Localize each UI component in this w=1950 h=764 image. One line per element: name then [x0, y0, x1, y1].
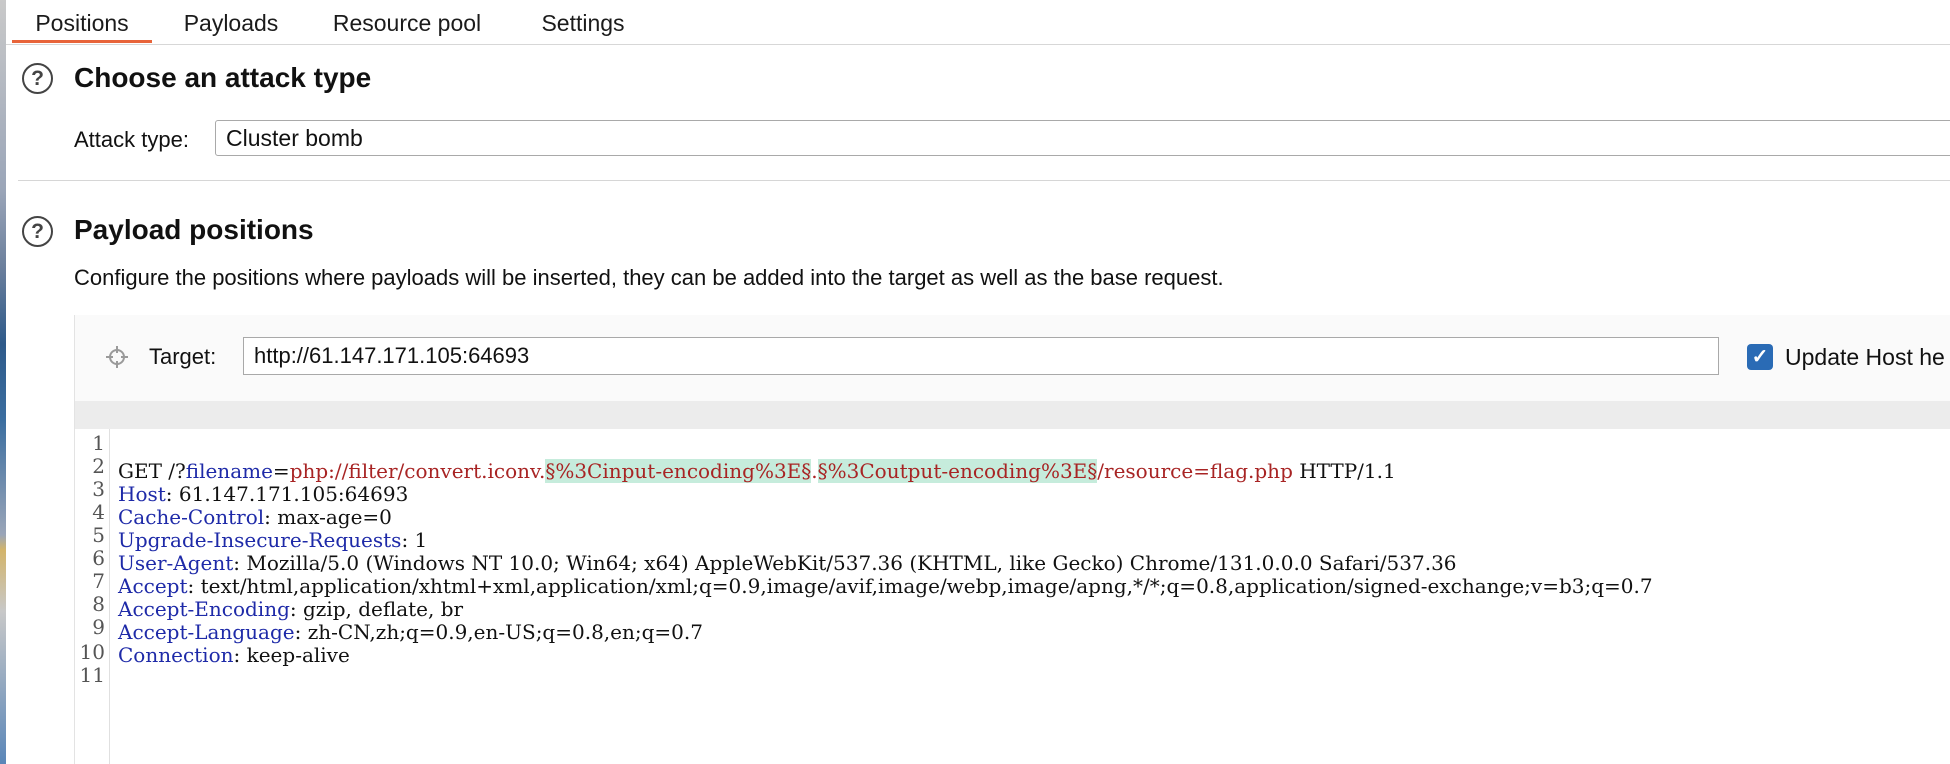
- tab-resource-pool[interactable]: Resource pool: [312, 0, 502, 42]
- attack-type-heading: Choose an attack type: [74, 62, 372, 93]
- payload-positions-description: Configure the positions where payloads w…: [74, 265, 1224, 290]
- empty-line: 11: [75, 633, 1950, 687]
- crosshair-icon[interactable]: [105, 345, 129, 369]
- request-panel: Target: http://61.147.171.105:64693 ✓ Up…: [74, 315, 1950, 764]
- payload-positions-heading: Payload positions: [74, 214, 314, 245]
- target-label: Target:: [149, 344, 217, 369]
- tab-positions[interactable]: Positions: [12, 0, 152, 43]
- update-host-label: Update Host he: [1785, 344, 1945, 370]
- window-edge: [0, 0, 6, 764]
- attack-type-select[interactable]: Cluster bomb: [215, 120, 1950, 156]
- tab-bar: Positions Payloads Resource pool Setting…: [6, 0, 1950, 45]
- tab-settings[interactable]: Settings: [520, 0, 646, 42]
- header-line: 9 Connection: keep-alive: [75, 585, 1950, 667]
- line-number: 11: [79, 663, 105, 687]
- target-row: Target: http://61.147.171.105:64693 ✓ Up…: [75, 315, 1950, 401]
- section-divider: [18, 180, 1950, 181]
- target-input[interactable]: http://61.147.171.105:64693: [243, 337, 1719, 375]
- help-icon[interactable]: ?: [22, 63, 53, 94]
- attack-type-label: Attack type:: [74, 127, 189, 152]
- request-editor[interactable]: 1 GET /?filename=php://filter/convert.ic…: [75, 401, 1950, 764]
- help-icon[interactable]: ?: [22, 216, 53, 247]
- tab-payloads[interactable]: Payloads: [166, 0, 296, 42]
- update-host-checkbox[interactable]: ✓: [1747, 344, 1773, 370]
